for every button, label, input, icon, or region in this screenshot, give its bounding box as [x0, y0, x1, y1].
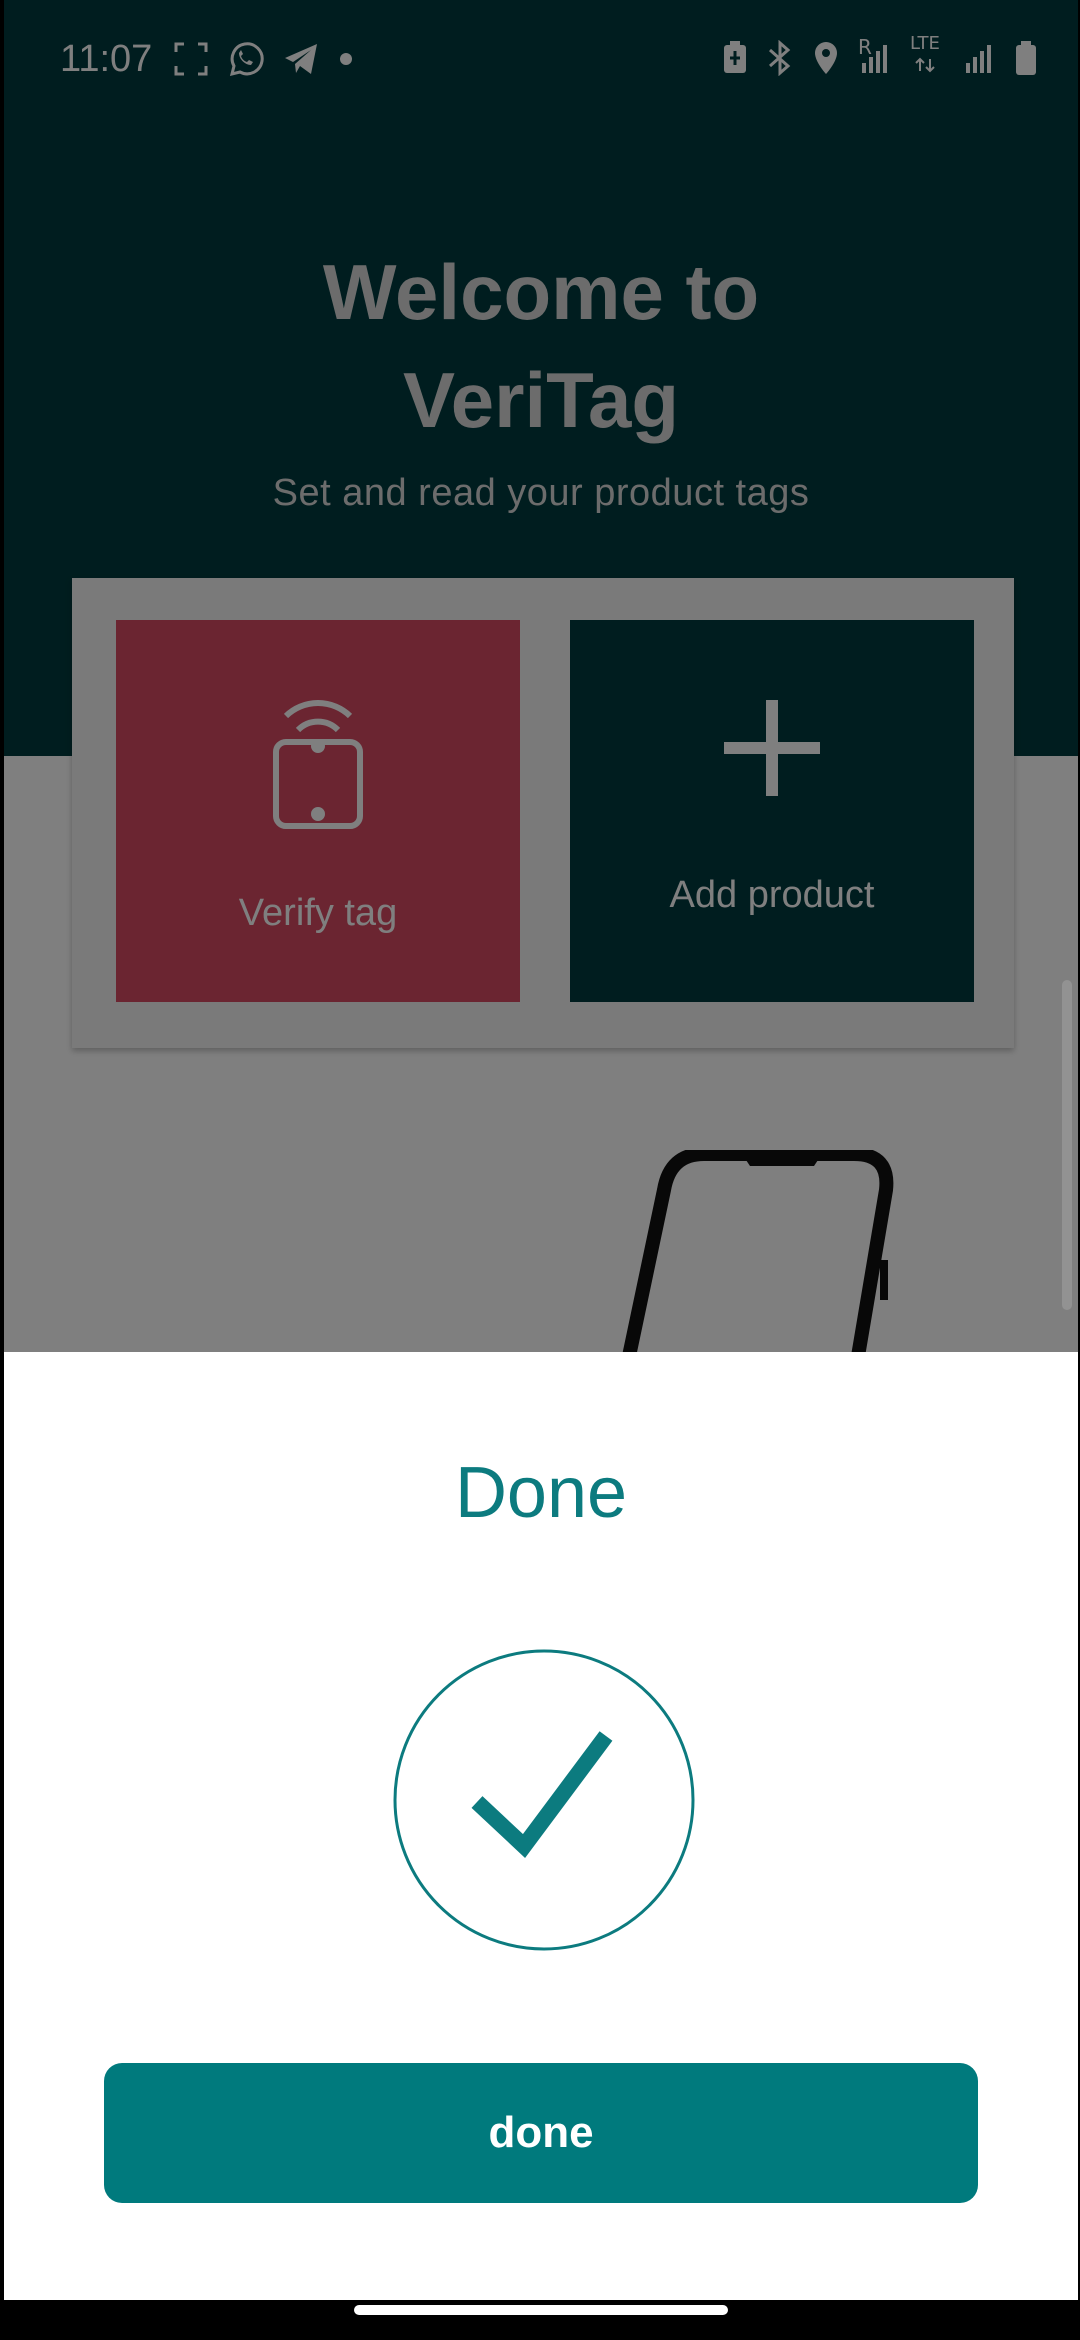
- gesture-nav-handle[interactable]: [354, 2305, 728, 2315]
- done-button[interactable]: done: [104, 2063, 978, 2203]
- home-screen: 11:07: [4, 0, 1078, 1380]
- screen: 11:07: [4, 0, 1078, 2300]
- modal-scrim[interactable]: [4, 0, 1078, 1352]
- sheet-title: Done: [454, 1453, 628, 1533]
- check-circle-icon: [393, 1649, 695, 1951]
- edge-panel-handle[interactable]: [1062, 980, 1072, 1310]
- done-bottom-sheet: Done done: [4, 1352, 1078, 2300]
